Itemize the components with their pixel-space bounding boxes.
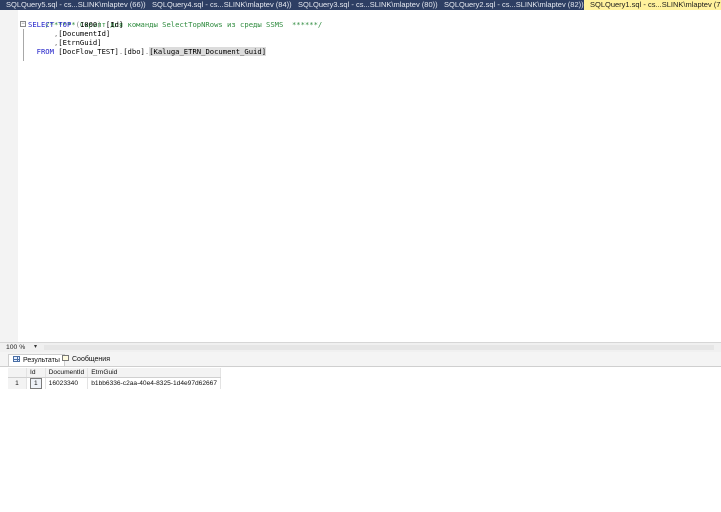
schema-name: [dbo] bbox=[123, 47, 145, 56]
collapse-icon[interactable]: − bbox=[20, 21, 26, 27]
tab-results-label: Результаты bbox=[23, 357, 60, 364]
keyword-select: SELECT bbox=[28, 20, 54, 29]
code-line-4: ,[EtrnGuid] bbox=[28, 38, 102, 47]
tab-sqlquery2[interactable]: SQLQuery2.sql - cs...SLINK\mlaptev (82)) bbox=[438, 0, 584, 10]
tab-sqlquery3[interactable]: SQLQuery3.sql - cs...SLINK\mlaptev (80)) bbox=[292, 0, 438, 10]
code-line-2: SELECT TOP (1000) [Id] bbox=[28, 20, 123, 29]
column-id: [Id] bbox=[105, 20, 124, 29]
horizontal-scrollbar[interactable] bbox=[44, 345, 714, 350]
row-header-corner[interactable] bbox=[8, 368, 27, 378]
code-line-3: ,[DocumentId] bbox=[28, 29, 110, 38]
column-header-documentid[interactable]: DocumentId bbox=[45, 368, 89, 378]
chevron-down-icon[interactable]: ▾ bbox=[34, 343, 37, 352]
grid-cell-id[interactable]: 1 bbox=[26, 377, 46, 389]
column-header-etrnguid[interactable]: EtrnGuid bbox=[87, 368, 221, 378]
table-name: [Kaluga_ETRN_Document_Guid] bbox=[149, 47, 267, 56]
grid-cell-etrnguid[interactable]: b1bb6336-c2aa-40e4-8325-1d4e97d62667 bbox=[87, 377, 221, 389]
top-count: 1000 bbox=[79, 20, 98, 29]
tab-messages-label: Сообщения bbox=[72, 356, 110, 363]
zoom-bar: 100 % ▾ bbox=[0, 342, 721, 352]
code-line-1: /****** Скрипт для команды SelectTopNRow… bbox=[28, 11, 322, 29]
tab-sqlquery4[interactable]: SQLQuery4.sql - cs...SLINK\mlaptev (84)) bbox=[146, 0, 292, 10]
grid-icon bbox=[13, 356, 20, 363]
database-name: [DocFlow_TEST] bbox=[58, 47, 119, 56]
grid-cell-documentid[interactable]: 16023340 bbox=[45, 377, 89, 389]
zoom-select[interactable]: 100 % bbox=[6, 343, 25, 352]
selected-cell-value: 1 bbox=[30, 378, 42, 389]
tab-messages[interactable]: Сообщения bbox=[62, 354, 110, 365]
tab-results[interactable]: Результаты bbox=[8, 354, 65, 366]
grid-header-row: Id DocumentId EtrnGuid bbox=[8, 368, 221, 378]
keyword-from: FROM bbox=[36, 47, 54, 56]
result-tabs: Результаты Сообщения bbox=[0, 352, 721, 367]
messages-icon bbox=[62, 355, 69, 362]
document-tab-strip: SQLQuery5.sql - cs...SLINK\mlaptev (66))… bbox=[0, 0, 721, 10]
results-grid: Id DocumentId EtrnGuid 1 1 16023340 b1bb… bbox=[8, 368, 221, 389]
column-etrnguid: [EtrnGuid] bbox=[58, 38, 102, 47]
results-grid-pane: Id DocumentId EtrnGuid 1 1 16023340 b1bb… bbox=[0, 367, 721, 512]
code-line-5: FROM [DocFlow_TEST].[dbo].[Kaluga_ETRN_D… bbox=[28, 47, 267, 56]
tab-sqlquery1[interactable]: SQLQuery1.sql - cs...SLINK\mlaptev (77)) bbox=[584, 0, 721, 10]
paren-close: ) bbox=[97, 20, 102, 29]
column-header-id[interactable]: Id bbox=[26, 368, 46, 378]
column-documentid: [DocumentId] bbox=[58, 29, 111, 38]
keyword-top: TOP bbox=[58, 20, 72, 29]
row-number[interactable]: 1 bbox=[8, 377, 27, 389]
editor-gutter bbox=[0, 10, 18, 342]
outline-guide bbox=[23, 29, 24, 61]
query-editor[interactable]: − /****** Скрипт для команды SelectTopNR… bbox=[0, 10, 721, 342]
table-row: 1 1 16023340 b1bb6336-c2aa-40e4-8325-1d4… bbox=[8, 377, 221, 389]
tab-sqlquery5[interactable]: SQLQuery5.sql - cs...SLINK\mlaptev (66))… bbox=[0, 0, 146, 10]
